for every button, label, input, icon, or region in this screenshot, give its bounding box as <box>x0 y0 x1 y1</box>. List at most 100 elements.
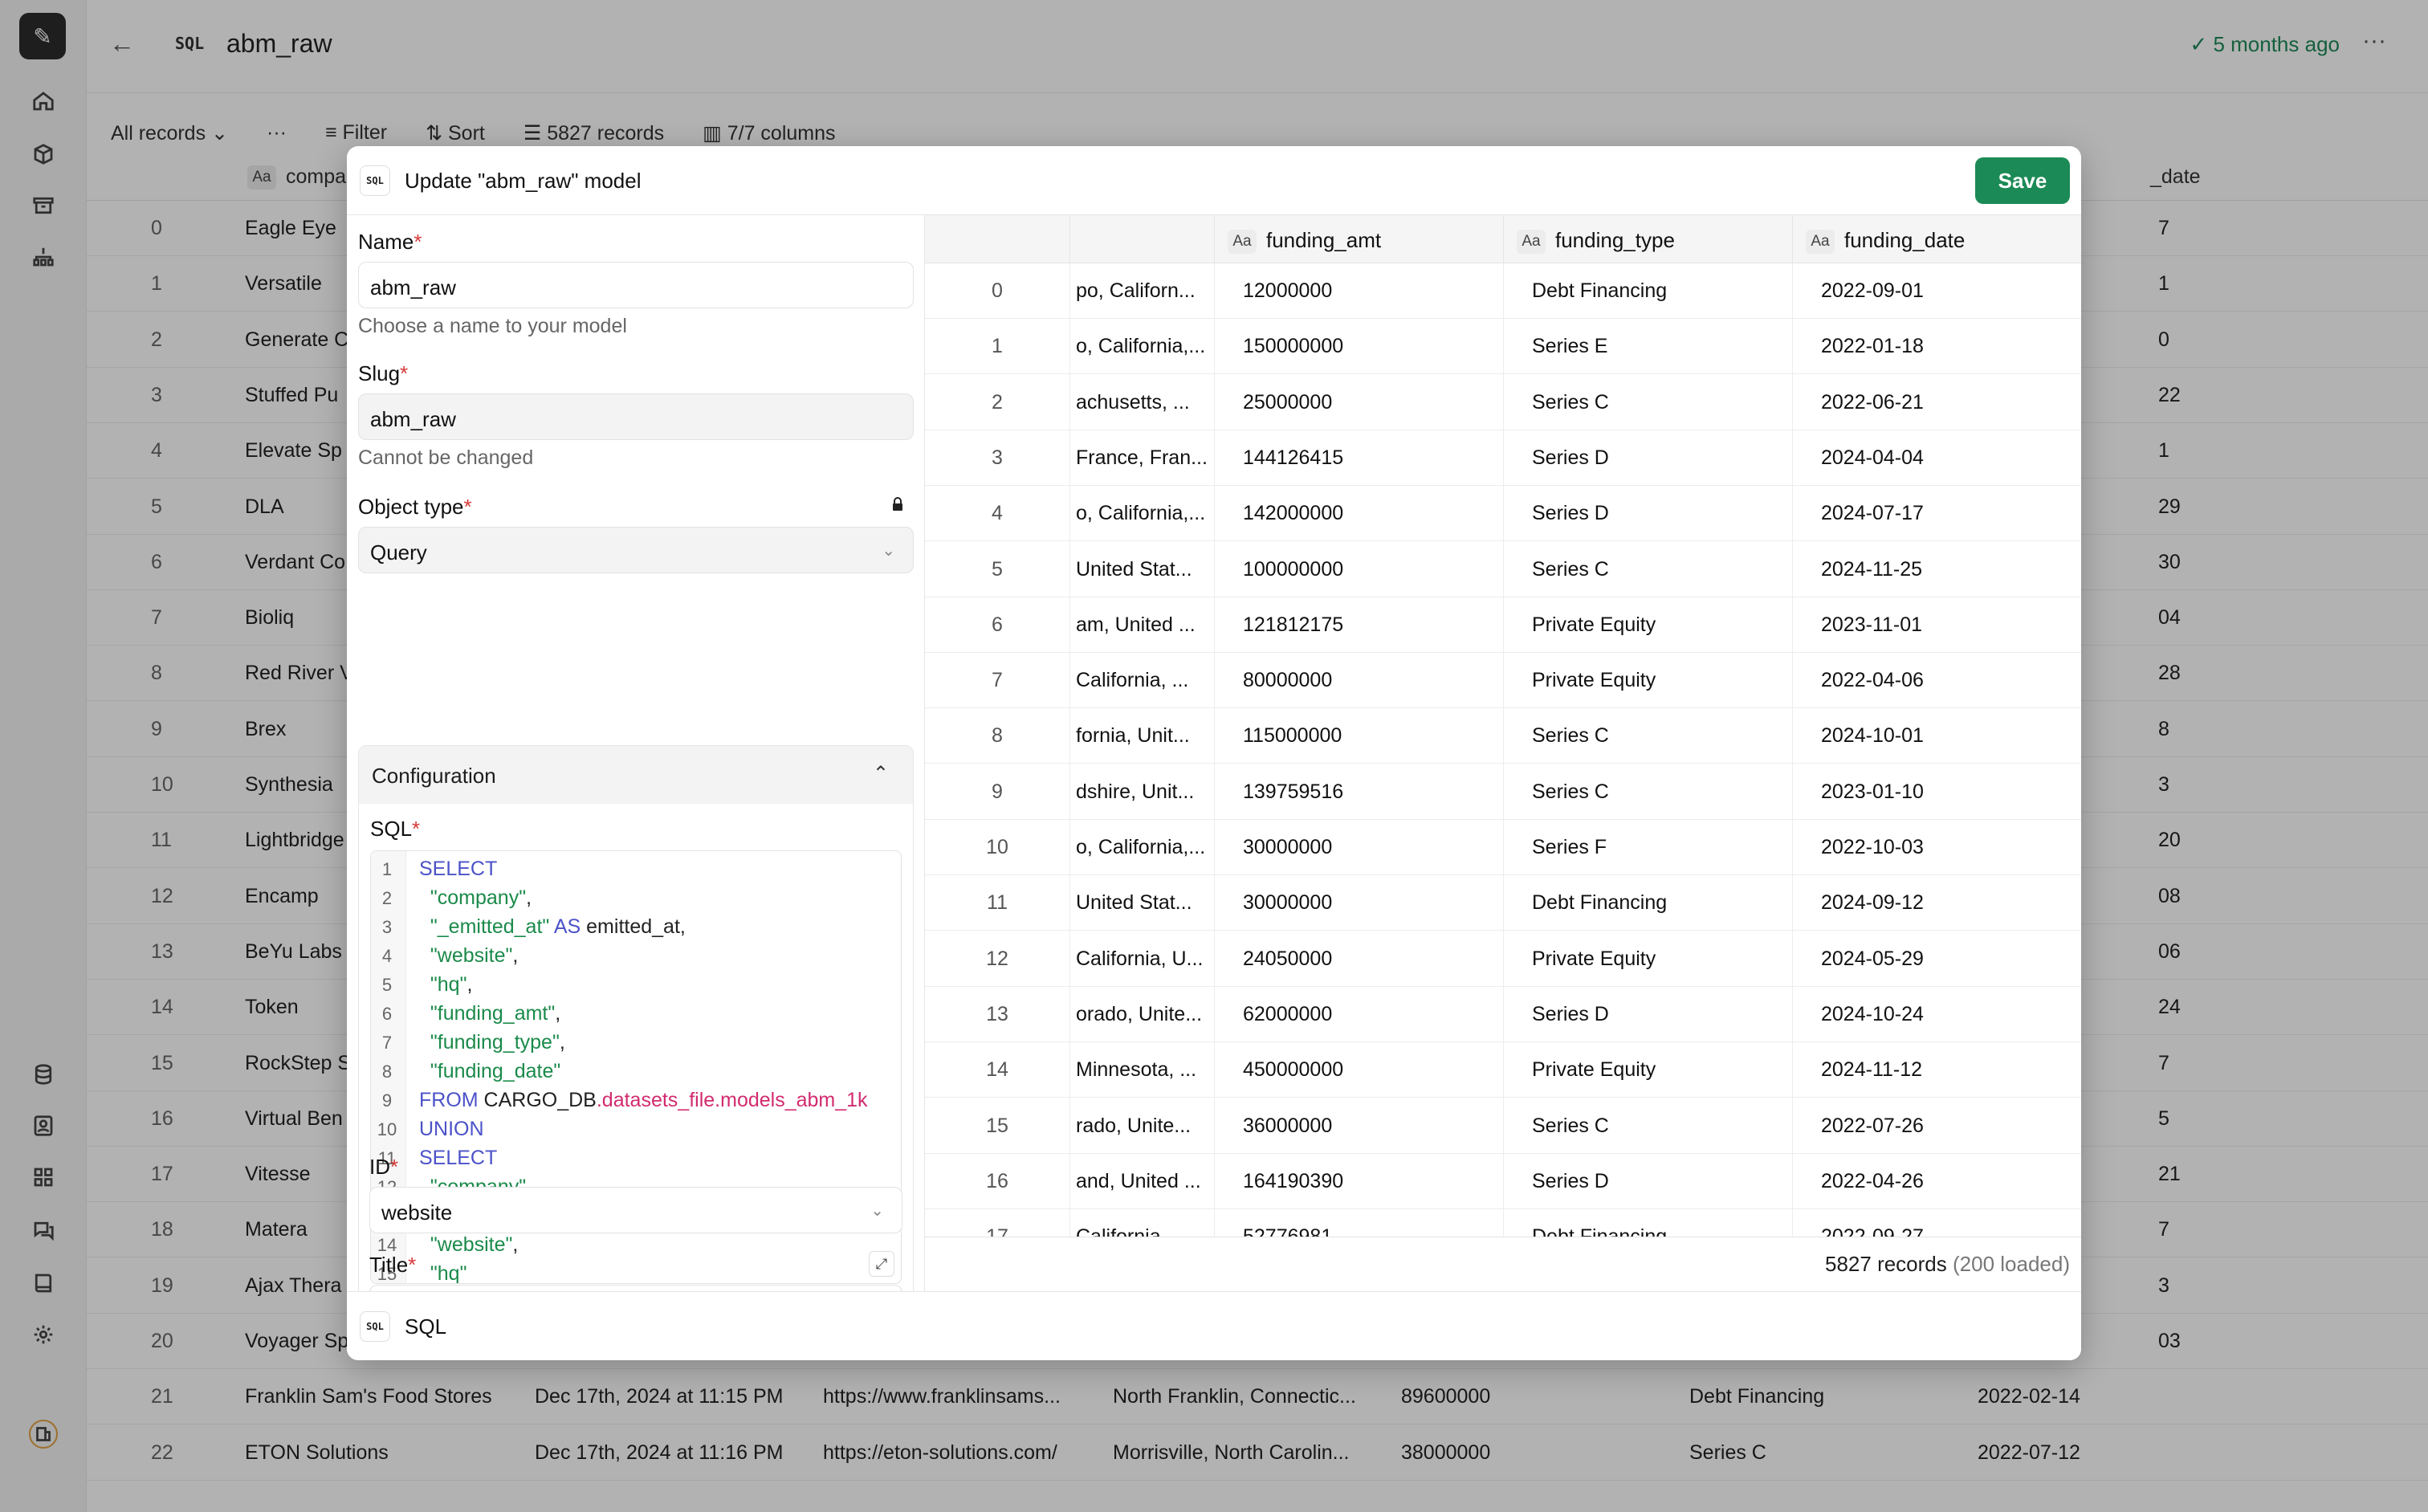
code-token: , <box>512 1233 519 1256</box>
amount-cell: 36000000 <box>1243 1114 1333 1137</box>
type-cell: Series D <box>1532 446 1609 469</box>
code-token: CARGO_DB <box>483 1089 597 1111</box>
expand-icon[interactable]: ⤢ <box>869 1251 894 1277</box>
object-type-select[interactable]: Query ⌄ <box>358 527 914 573</box>
hq-cell: France, Fran... <box>1076 446 1208 469</box>
row-index: 12 <box>986 947 1008 970</box>
hq-cell: rado, Unite... <box>1076 1114 1192 1137</box>
code-token: , <box>559 1031 565 1054</box>
name-input[interactable]: abm_raw <box>358 262 914 308</box>
dialog-footer: SQL SQL <box>347 1291 2081 1360</box>
line-number: 10 <box>377 1119 397 1139</box>
row-index: 15 <box>986 1114 1008 1137</box>
column-divider <box>1792 263 1793 1237</box>
row-index: 16 <box>986 1169 1008 1192</box>
date-cell: 2024-04-04 <box>1821 446 1924 469</box>
id-label: ID* <box>369 1155 398 1180</box>
line-number: 2 <box>381 888 393 908</box>
code-token: "funding_amt" <box>419 1002 556 1025</box>
required-mark: * <box>408 1253 417 1277</box>
sql-label: SQL* <box>370 817 420 842</box>
type-cell: Private Equity <box>1532 669 1656 692</box>
dialog-header: SQL Update "abm_raw" model Save <box>347 146 2081 215</box>
date-cell: 2022-10-03 <box>1821 836 1924 858</box>
line-number: 1 <box>381 859 393 879</box>
code-token: "website" <box>419 1233 513 1256</box>
code-token: , <box>526 886 532 909</box>
code-token: "company" <box>419 886 527 909</box>
records-total: 5827 records <box>1825 1252 1947 1276</box>
title-label-text: Title <box>369 1253 409 1277</box>
row-index: 11 <box>987 891 1008 915</box>
code-token: "funding_date" <box>419 1060 561 1082</box>
column-header-funding-date[interactable]: Aa funding_date <box>1792 215 2081 263</box>
type-cell: Series E <box>1532 335 1608 358</box>
object-type-value: Query <box>370 540 427 564</box>
type-cell: Series D <box>1532 1002 1609 1025</box>
row-index: 0 <box>992 279 1003 302</box>
type-cell: Debt Financing <box>1532 279 1668 302</box>
save-button[interactable]: Save <box>1975 157 2070 204</box>
dialog-title: Update "abm_raw" model <box>405 169 642 193</box>
code-token: SELECT <box>419 1147 498 1169</box>
row-index: 3 <box>992 446 1003 469</box>
line-number: 4 <box>381 946 393 966</box>
type-cell: Series D <box>1532 1169 1609 1192</box>
code-line: UNION <box>419 1118 484 1141</box>
column-divider <box>1503 263 1504 1237</box>
column-header-hq[interactable] <box>1069 215 1214 263</box>
slug-label: Slug* <box>358 361 408 386</box>
line-number: 9 <box>381 1090 393 1111</box>
text-type-icon: Aa <box>1517 230 1546 255</box>
code-line: SELECT <box>419 858 497 881</box>
title-select[interactable] <box>369 1285 902 1291</box>
chevron-up-icon: ⌃ <box>872 763 889 785</box>
object-type-label-text: Object type <box>358 495 464 519</box>
type-cell: Private Equity <box>1532 947 1656 970</box>
column-header-funding-date-label: funding_date <box>1844 228 1966 252</box>
row-index: 9 <box>992 780 1003 803</box>
row-index: 6 <box>992 613 1003 636</box>
model-form: Name* abm_raw Choose a name to your mode… <box>347 215 925 1291</box>
hq-cell: po, Californ... <box>1076 279 1196 302</box>
chevron-down-icon: ⌄ <box>870 1202 884 1220</box>
footer-label: SQL <box>405 1314 447 1339</box>
date-cell: 2022-09-01 <box>1821 279 1924 302</box>
date-cell: 2022-04-06 <box>1821 669 1924 692</box>
code-token: , <box>512 944 519 967</box>
id-label-text: ID <box>369 1155 390 1179</box>
code-token: FROM <box>419 1089 484 1111</box>
records-loaded: (200 loaded) <box>1953 1252 2070 1276</box>
date-cell: 2024-11-12 <box>1821 1058 1923 1082</box>
date-cell: 2023-11-01 <box>1821 613 1923 636</box>
amount-cell: 30000000 <box>1243 836 1333 858</box>
date-cell: 2024-10-01 <box>1821 724 1924 748</box>
id-value: website <box>381 1200 453 1225</box>
hq-cell: o, California,... <box>1076 335 1206 358</box>
required-mark: * <box>412 817 421 841</box>
code-token: SELECT <box>419 858 498 880</box>
code-token: "hq" <box>419 973 467 996</box>
object-type-label: Object type* <box>358 495 914 520</box>
code-line: "hq" <box>419 1262 467 1283</box>
row-index: 14 <box>986 1058 1008 1082</box>
date-cell: 2023-01-10 <box>1821 780 1924 803</box>
text-type-icon: Aa <box>1228 230 1257 255</box>
hq-cell: California, ... <box>1076 669 1189 692</box>
amount-cell: 80000000 <box>1243 669 1333 692</box>
sql-badge-icon: SQL <box>360 165 390 196</box>
amount-cell: 450000000 <box>1243 1058 1344 1082</box>
hq-cell: United Stat... <box>1076 557 1192 581</box>
column-header-funding-type[interactable]: Aa funding_type <box>1503 215 1792 263</box>
type-cell: Series D <box>1532 502 1609 525</box>
column-header-funding-amt[interactable]: Aa funding_amt <box>1214 215 1503 263</box>
amount-cell: 150000000 <box>1243 335 1344 358</box>
code-line: "_emitted_at" AS emitted_at, <box>419 915 686 939</box>
code-line: "funding_amt", <box>419 1002 560 1025</box>
required-mark: * <box>413 230 422 254</box>
configuration-toggle[interactable]: Configuration ⌃ <box>359 746 913 804</box>
required-mark: * <box>463 495 472 519</box>
type-cell: Private Equity <box>1532 1058 1656 1082</box>
id-select[interactable]: website ⌄ <box>369 1187 902 1233</box>
preview-footer: 5827 records (200 loaded) <box>925 1237 2081 1291</box>
